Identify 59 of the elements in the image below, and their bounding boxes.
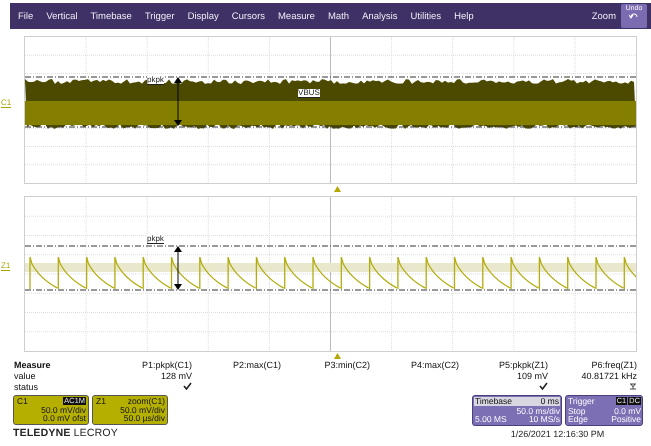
channel-badge[interactable]: Z1 zoom(C1) 50.0 mV/div 50.0 µs/div (92, 395, 168, 424)
menu-item[interactable]: Cursors (232, 10, 265, 22)
logo-brand: TELEDYNE (13, 426, 71, 438)
channel-name: C1 (17, 397, 28, 406)
trace-label: C1 (1, 99, 12, 108)
trigger-marker-icon (334, 186, 341, 192)
parameter-name: P4:max(C2) (410, 360, 459, 371)
menu-item[interactable]: Analysis (362, 10, 398, 22)
trigger-level: 0.0 mV (614, 406, 641, 415)
channel-source: zoom(C1) (128, 397, 165, 406)
row-label: value (14, 371, 37, 382)
menu-item[interactable]: Vertical (46, 10, 78, 22)
menu-item[interactable]: Measure (278, 10, 315, 22)
channel-name: Z1 (96, 397, 106, 406)
measurement-arrow (174, 246, 182, 290)
check-icon (539, 382, 548, 390)
timebase-delay: 0 ms (540, 397, 559, 406)
menu-item[interactable]: Help (454, 10, 474, 22)
trigger-marker-icon (334, 353, 341, 359)
undo-icon (629, 12, 639, 19)
logo-name: LECROY (74, 426, 118, 438)
menu-item[interactable]: Display (188, 10, 219, 22)
menu-item[interactable]: File (18, 10, 34, 22)
status-icon (629, 382, 637, 390)
timebase-title: Timebase (475, 397, 512, 406)
parameter-value: 128 mV (160, 371, 192, 382)
measure-title: Measure (14, 360, 52, 371)
annotation-label: pkpk (147, 235, 164, 244)
channel-setting: 50.0 mV/div (120, 406, 165, 414)
trigger-mode: Stop (568, 406, 586, 415)
parameter-name: P5:pkpk(Z1) (498, 360, 548, 371)
measurement-arrow (174, 77, 182, 126)
sample-rate: 10 MS/s (528, 415, 560, 424)
annotation-label: pkpk (147, 76, 164, 85)
parameter-name: P2:max(C1) (232, 360, 281, 371)
annotation-label: VBUS (298, 89, 320, 98)
channel-setting: 50.0 µs/div (124, 414, 165, 422)
parameter-name: P1:pkpk(C1) (142, 360, 192, 371)
channel-setting: 0.0 mV ofst (43, 414, 86, 422)
trigger-type: Edge (568, 415, 588, 424)
menu-item[interactable]: Timebase (90, 10, 132, 22)
menu-item[interactable]: Math (328, 10, 350, 22)
timebase-samples: 5.00 MS (475, 415, 507, 424)
timebase-badge[interactable]: Timebase 0 ms 50.0 ms/div 5.00 MS 10 MS/s (472, 395, 562, 426)
channel-setting: 50.0 mV/div (41, 406, 86, 414)
zoom-menu-item[interactable]: Zoom (592, 10, 616, 22)
trigger-slope: Positive (611, 415, 641, 424)
menu-item[interactable]: Utilities (410, 10, 442, 22)
trigger-title: Trigger (568, 397, 595, 406)
row-label: status (14, 382, 40, 393)
timebase-scale: 50.0 ms/div (516, 406, 560, 415)
parameter-value: 109 mV (516, 371, 548, 382)
parameter-value: 40.81721 kHz (581, 371, 637, 382)
parameter-name: P3:min(C2) (324, 360, 370, 371)
trace-label: Z1 (1, 262, 10, 271)
parameter-name: P6:freq(Z1) (591, 360, 637, 371)
menu-item[interactable]: Trigger (144, 10, 175, 22)
check-icon (183, 382, 192, 390)
timestamp: 1/26/2021 12:16:30 PM (510, 428, 604, 438)
